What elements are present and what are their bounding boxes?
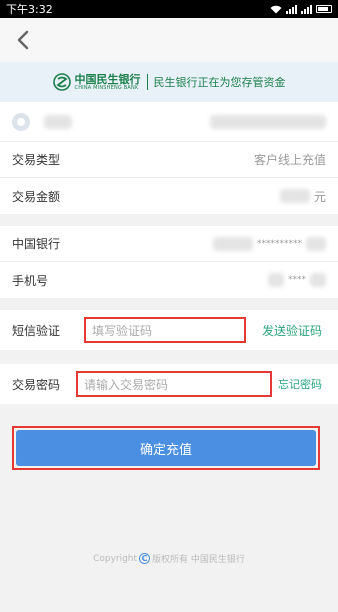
confirm-button-highlight: 确定充值 [12,426,320,470]
banner-divider [146,74,148,90]
user-info-row [0,102,338,142]
bank-account-value: ********** [213,236,326,251]
user-name-redacted [44,114,72,129]
bank-account-masked: ********** [257,238,302,249]
copyright-text: 版权所有 中国民生银行 [152,555,245,565]
status-time: 下午3:32 [6,3,53,16]
user-id-redacted [210,114,326,129]
bank-banner: 中国民生银行 CHINA MINSHENG BANK 民生银行正在为您存管资金 [0,62,338,102]
bank-account-label: 中国银行 [12,237,61,251]
status-bar: 下午3:32 [0,0,338,18]
transaction-amount-label: 交易金额 [12,189,61,204]
amount-unit: 元 [313,189,326,204]
transaction-card: 交易类型 客户线上充值 交易金额 元 [0,102,338,214]
banner-message: 民生银行正在为您存管资金 [153,76,286,89]
battery-icon [316,5,332,13]
bank-logo: 中国民生银行 CHINA MINSHENG BANK [52,72,141,91]
password-label: 交易密码 [12,377,61,392]
phone-masked: **** [288,275,306,285]
transaction-type-label: 交易类型 [12,153,61,167]
phone-value: **** [268,273,326,287]
account-card: 中国银行 ********** 手机号 **** [0,226,338,298]
minsheng-logo-icon [52,73,71,91]
copyright-prefix: Copyright [93,553,138,564]
sms-row: 短信验证 填写验证码 发送验证码 [0,310,338,350]
sms-label: 短信验证 [12,323,61,338]
sms-code-input[interactable]: 填写验证码 [84,317,246,343]
nav-header [0,18,338,62]
confirm-recharge-button[interactable]: 确定充值 [16,430,316,466]
chevron-left-icon [17,30,29,50]
footer: Copyright C 版权所有 中国民生银行 [0,552,338,565]
phone-label: 手机号 [12,273,49,288]
wifi-icon [270,5,282,13]
back-button[interactable] [12,27,34,53]
send-code-button[interactable]: 发送验证码 [262,322,322,339]
transaction-amount-value: 元 [279,188,326,205]
bank-name-cn: 中国民生银行 [74,72,141,86]
password-input[interactable]: 请输入交易密码 [76,371,272,397]
bank-account-row: 中国银行 ********** [0,226,338,262]
phone-row: 手机号 **** [0,262,338,298]
transaction-type-row: 交易类型 客户线上充值 [0,142,338,178]
phone-prefix-redacted [268,273,284,287]
phone-suffix-redacted [310,273,326,287]
password-row: 交易密码 请输入交易密码 忘记密码 [0,364,338,404]
signal-icon [286,4,297,14]
amount-redacted [279,189,310,203]
forgot-password-link[interactable]: 忘记密码 [278,376,322,392]
transaction-amount-row: 交易金额 元 [0,178,338,214]
status-icons [270,4,332,14]
bank-account-prefix-redacted [213,236,253,251]
signal-icon-2 [301,4,312,14]
avatar [12,112,30,131]
copyright-icon: C [139,553,151,564]
bank-name-en: CHINA MINSHENG BANK [74,84,139,91]
bank-account-suffix-redacted [306,236,326,251]
transaction-type-value: 客户线上充值 [253,153,326,167]
